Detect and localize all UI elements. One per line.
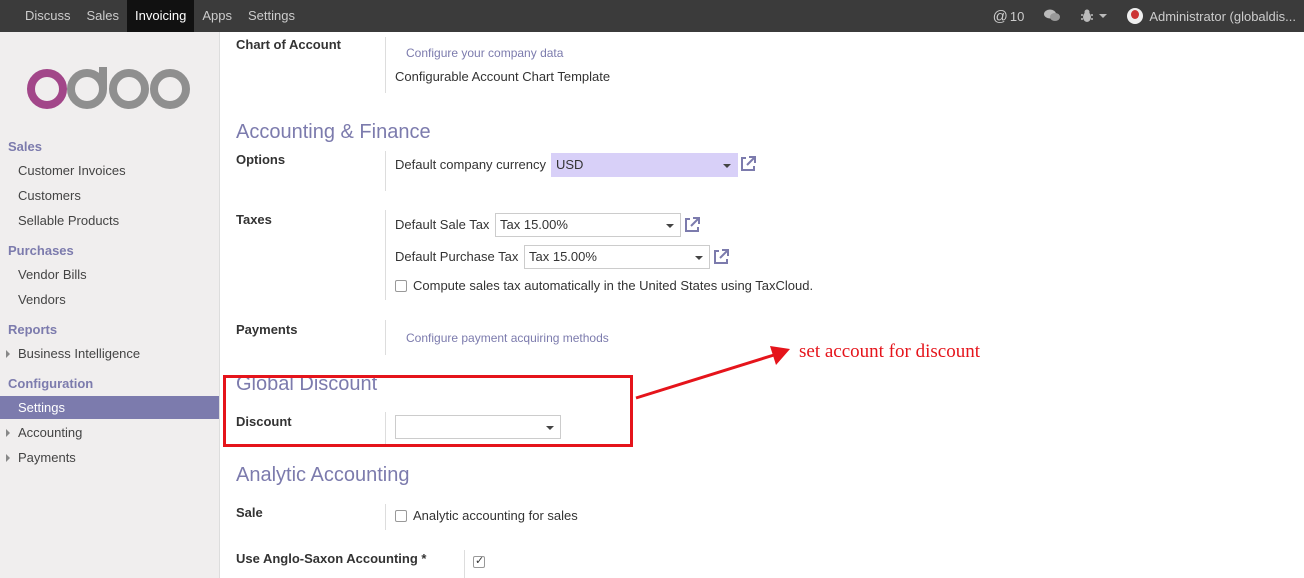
taxcloud-label: Compute sales tax automatically in the U… [413,278,814,293]
taxcloud-checkbox[interactable] [395,280,407,292]
external-link-icon[interactable] [683,216,701,234]
sidebar-item-accounting[interactable]: Accounting [5,425,82,440]
chevron-down-icon [695,256,703,260]
user-name: Administrator (globaldis... [1149,8,1296,24]
top-navbar: Discuss Sales Invoicing Apps Settings @ … [0,0,1304,32]
menu-discuss[interactable]: Discuss [17,0,79,32]
divider [385,210,386,300]
mentions-count: 10 [1009,8,1025,24]
taxes-label: Taxes [236,212,272,227]
divider [385,151,386,191]
sidebar-item-payments[interactable]: Payments [6,450,76,465]
chat-button[interactable] [1044,9,1061,23]
chevron-down-icon [723,164,731,168]
sidebar-item-settings[interactable]: Settings [0,396,219,419]
divider [385,504,386,530]
chevron-down-icon [1099,14,1108,18]
analytic-sales-checkbox[interactable] [395,510,407,522]
bug-icon [1081,9,1094,22]
options-label: Options [236,152,286,167]
sidebar-header-sales: Sales [8,139,42,154]
default-sale-tax-select[interactable]: Tax 15.00% [495,213,681,237]
external-link-icon[interactable] [712,248,730,266]
default-purchase-tax-select[interactable]: Tax 15.00% [524,245,710,269]
sale-label: Sale [236,505,263,520]
analytic-sales-label: Analytic accounting for sales [413,508,578,523]
mentions-button[interactable]: @ 10 [993,8,1025,25]
section-title-analytic-accounting: Analytic Accounting [236,464,410,486]
section-title-accounting-finance: Accounting & Finance [236,121,431,143]
at-icon: @ [992,7,1008,25]
sidebar-item-business-intelligence[interactable]: Business Intelligence [5,346,140,361]
default-sale-tax-label: Default Sale Tax [395,217,490,232]
chart-template-value: Configurable Account Chart Template [395,69,611,84]
annotation-highlight-box [223,375,633,447]
sidebar-header-purchases: Purchases [8,243,74,258]
settings-form: Chart of Account Configure your company … [221,32,1304,578]
sidebar-item-customer-invoices[interactable]: Customer Invoices [18,163,126,178]
chat-icon [1044,9,1061,21]
sidebar-header-configuration: Configuration [8,376,94,391]
default-currency-select[interactable]: USD [551,153,738,177]
default-sale-tax-value: Tax 15.00% [500,217,568,232]
default-currency-value: USD [556,157,584,172]
payments-label: Payments [236,322,298,337]
default-purchase-tax-label: Default Purchase Tax [395,249,519,264]
menu-apps[interactable]: Apps [194,0,240,32]
sidebar-header-reports: Reports [8,322,58,337]
sidebar-item-vendors[interactable]: Vendors [18,292,66,307]
sidebar: Sales Customer Invoices Customers Sellab… [0,32,220,578]
odoo-logo [27,67,190,109]
menu-sales[interactable]: Sales [79,0,128,32]
chevron-down-icon [666,224,674,228]
external-link-icon[interactable] [739,155,757,173]
app-menu: Discuss Sales Invoicing Apps Settings [0,0,303,32]
divider [464,550,465,578]
chart-of-account-label: Chart of Account [236,37,341,52]
menu-invoicing[interactable]: Invoicing [127,0,195,32]
configure-payment-link[interactable]: Configure payment acquiring methods [406,331,609,345]
default-purchase-tax-value: Tax 15.00% [529,249,597,264]
divider [385,320,386,355]
default-currency-label: Default company currency [395,157,547,172]
annotation-text: set account for discount [799,341,980,362]
divider [385,37,386,93]
sidebar-item-settings-label: Settings [18,400,65,415]
configure-company-link[interactable]: Configure your company data [406,46,563,60]
sidebar-item-customers[interactable]: Customers [18,188,81,203]
anglo-saxon-checkbox[interactable] [473,554,485,568]
annotation-arrow [635,346,790,400]
sidebar-item-vendor-bills[interactable]: Vendor Bills [18,267,87,282]
systray: @ 10 Administrator (globaldis... [993,0,1304,32]
sidebar-item-sellable-products[interactable]: Sellable Products [18,213,119,228]
avatar [1127,8,1144,24]
menu-settings[interactable]: Settings [240,0,303,32]
anglo-saxon-label: Use Anglo-Saxon Accounting * [236,551,427,566]
user-menu[interactable]: Administrator (globaldis... [1127,8,1296,24]
debug-menu-button[interactable] [1080,9,1108,23]
